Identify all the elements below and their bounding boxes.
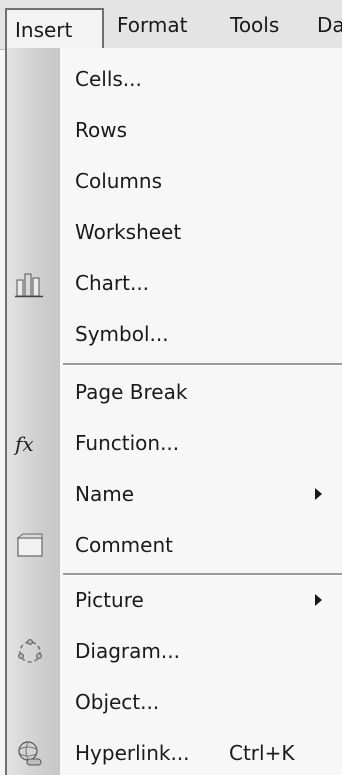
menu-item-label: Symbol... bbox=[75, 322, 169, 346]
menu-item-object[interactable]: Object... bbox=[7, 677, 342, 729]
menu-item-label: Object... bbox=[75, 690, 160, 714]
menu-item-label: Picture bbox=[75, 588, 144, 612]
menu-item-page-break[interactable]: Page Break bbox=[7, 367, 342, 419]
menu-item-columns[interactable]: Columns bbox=[7, 156, 342, 208]
menu-item-hyperlink[interactable]: Hyperlink... Ctrl+K bbox=[7, 728, 342, 775]
menu-item-name[interactable]: Name bbox=[7, 469, 342, 521]
menu-item-label: Comment bbox=[75, 533, 173, 557]
menu-item-function[interactable]: fx Function... bbox=[7, 418, 342, 470]
menu-separator bbox=[63, 363, 342, 366]
menu-item-label: Worksheet bbox=[75, 220, 182, 244]
menubar-format[interactable]: Format bbox=[117, 10, 187, 40]
menu-item-label: Hyperlink... bbox=[75, 741, 190, 765]
menubar-tools[interactable]: Tools bbox=[230, 10, 279, 40]
menu-item-label: Columns bbox=[75, 169, 163, 193]
diagram-icon bbox=[15, 638, 45, 666]
menubar-insert[interactable]: Insert bbox=[5, 8, 104, 48]
menu-item-label: Name bbox=[75, 482, 135, 506]
chart-icon bbox=[15, 270, 45, 298]
submenu-arrow-icon bbox=[315, 488, 322, 500]
menu-item-comment[interactable]: Comment bbox=[7, 520, 342, 572]
menu-item-picture[interactable]: Picture bbox=[7, 575, 342, 627]
menu-item-chart[interactable]: Chart... bbox=[7, 258, 342, 310]
menu-bar: Insert Format Tools Da bbox=[0, 0, 342, 50]
menu-item-cells[interactable]: Cells... bbox=[7, 54, 342, 106]
menu-item-label: Page Break bbox=[75, 380, 188, 404]
menu-item-label: Diagram... bbox=[75, 639, 180, 663]
menu-item-label: Chart... bbox=[75, 271, 150, 295]
submenu-arrow-icon bbox=[315, 594, 322, 606]
menubar-data[interactable]: Da bbox=[317, 10, 342, 40]
menu-item-diagram[interactable]: Diagram... bbox=[7, 626, 342, 678]
menu-item-label: Cells... bbox=[75, 67, 142, 91]
menu-item-worksheet[interactable]: Worksheet bbox=[7, 207, 342, 259]
menu-item-symbol[interactable]: Symbol... bbox=[7, 309, 342, 361]
menu-item-label: Rows bbox=[75, 118, 128, 142]
menu-item-label: Function... bbox=[75, 431, 180, 455]
menu-item-rows[interactable]: Rows bbox=[7, 105, 342, 157]
excel-insert-menu-screenshot: Insert Format Tools Da Cells... Rows Col… bbox=[0, 0, 342, 775]
function-fx-icon: fx bbox=[15, 432, 34, 456]
comment-icon bbox=[15, 532, 45, 560]
shortcut-label: Ctrl+K bbox=[229, 741, 295, 765]
insert-dropdown-menu: Cells... Rows Columns Worksheet Chart...… bbox=[5, 48, 342, 775]
hyperlink-icon bbox=[15, 740, 45, 768]
